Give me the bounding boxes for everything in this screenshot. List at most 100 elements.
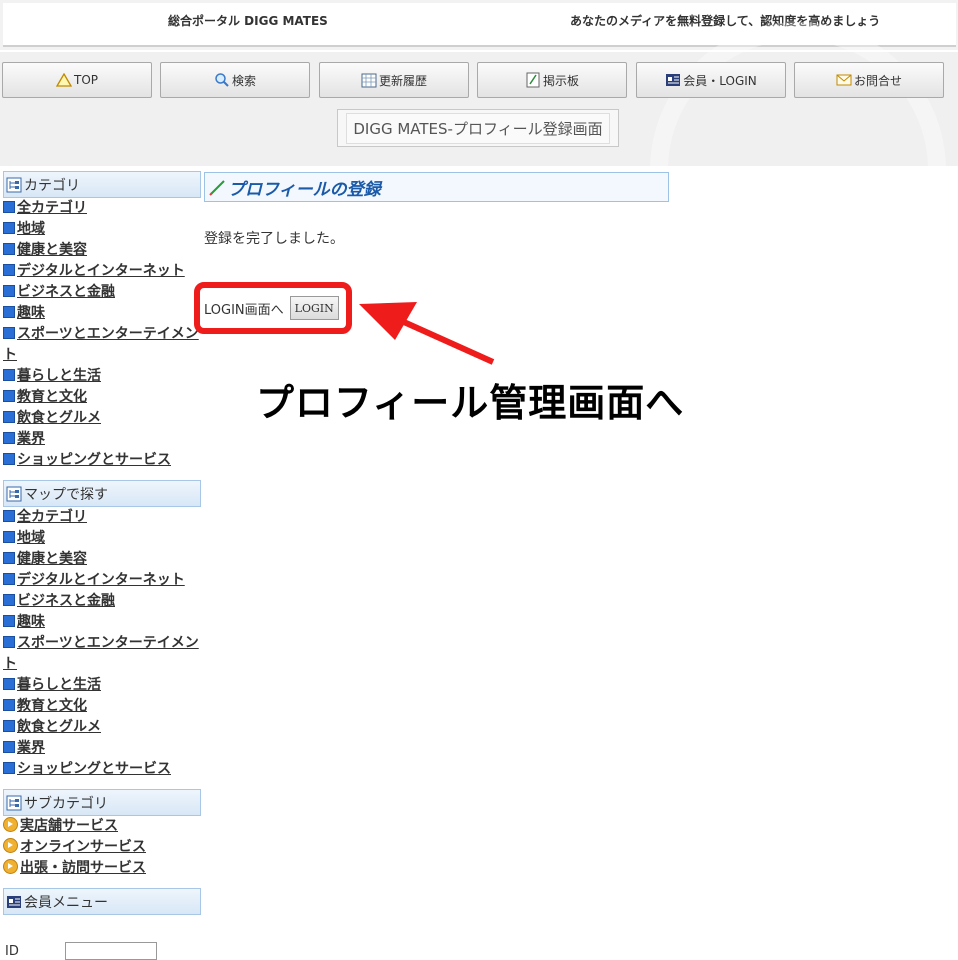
category-link[interactable]: 全カテゴリ <box>17 200 87 216</box>
map-link[interactable]: 飲食とグルメ <box>17 719 101 735</box>
map-link[interactable]: デジタルとインターネット <box>17 572 185 588</box>
category-link[interactable]: 健康と美容 <box>17 242 87 258</box>
bullet-square-icon <box>3 762 15 774</box>
page-title-box: DIGG MATES-プロフィール登録画面 <box>337 109 619 147</box>
bullet-square-icon <box>3 306 15 318</box>
nav-history-button[interactable]: 更新履歴 <box>319 62 469 98</box>
bullet-square-icon <box>3 453 15 465</box>
map-heading-label: マップで探す <box>24 486 108 503</box>
id-label: ID <box>5 944 19 959</box>
map-link[interactable]: 教育と文化 <box>17 698 87 714</box>
category-item[interactable]: スポーツとエンターテイメント <box>3 324 201 366</box>
category-item[interactable]: 趣味 <box>3 303 201 324</box>
subcategory-link[interactable]: 実店舗サービス <box>20 818 118 834</box>
annotation-highlight-box <box>194 282 352 334</box>
map-item[interactable]: 暮らしと生活 <box>3 675 201 696</box>
category-link[interactable]: ショッピングとサービス <box>17 452 171 468</box>
category-item[interactable]: ショッピングとサービス <box>3 450 201 471</box>
category-item[interactable]: 健康と美容 <box>3 240 201 261</box>
map-item[interactable]: 教育と文化 <box>3 696 201 717</box>
map-item[interactable]: 健康と美容 <box>3 549 201 570</box>
map-item[interactable]: 業界 <box>3 738 201 759</box>
category-link[interactable]: 教育と文化 <box>17 389 87 405</box>
id-input[interactable] <box>65 942 157 960</box>
map-link[interactable]: 暮らしと生活 <box>17 677 101 693</box>
nav-board-button[interactable]: 掲示板 <box>477 62 627 98</box>
nav-contact-button[interactable]: お問合せ <box>794 62 944 98</box>
nav-top-button[interactable]: TOP <box>2 62 152 98</box>
map-item[interactable]: 全カテゴリ <box>3 507 201 528</box>
completion-message: 登録を完了しました。 <box>204 231 344 247</box>
map-item[interactable]: スポーツとエンターテイメント <box>3 633 201 675</box>
pencil-icon <box>209 180 225 196</box>
category-link[interactable]: スポーツとエンターテイメント <box>3 326 199 363</box>
category-link[interactable]: ビジネスと金融 <box>17 284 115 300</box>
category-link[interactable]: 業界 <box>17 431 45 447</box>
map-link[interactable]: スポーツとエンターテイメント <box>3 635 199 672</box>
nav-search-button[interactable]: 検索 <box>160 62 310 98</box>
member-menu: 会員メニュー ID <box>3 888 201 960</box>
category-item[interactable]: 教育と文化 <box>3 387 201 408</box>
category-item[interactable]: ビジネスと金融 <box>3 282 201 303</box>
magnifier-icon <box>215 73 229 87</box>
map-item[interactable]: デジタルとインターネット <box>3 570 201 591</box>
bullet-square-icon <box>3 222 15 234</box>
map-link[interactable]: ショッピングとサービス <box>17 761 171 777</box>
category-link[interactable]: デジタルとインターネット <box>17 263 185 279</box>
tree-icon <box>6 177 22 192</box>
map-item[interactable]: ショッピングとサービス <box>3 759 201 780</box>
map-link[interactable]: 趣味 <box>17 614 45 630</box>
category-link[interactable]: 飲食とグルメ <box>17 410 101 426</box>
bullet-square-icon <box>3 615 15 627</box>
member-menu-label: 会員メニュー <box>24 894 108 911</box>
category-link[interactable]: 地域 <box>17 221 45 237</box>
category-item[interactable]: デジタルとインターネット <box>3 261 201 282</box>
subcategory-item[interactable]: 出張・訪問サービス <box>3 858 201 879</box>
category-heading: カテゴリ <box>3 171 201 198</box>
play-bullet-icon <box>3 859 18 874</box>
map-item[interactable]: 飲食とグルメ <box>3 717 201 738</box>
bullet-square-icon <box>3 201 15 213</box>
nav-history-label: 更新履歴 <box>378 73 427 88</box>
bullet-square-icon <box>3 243 15 255</box>
nav-board-label: 掲示板 <box>542 73 579 88</box>
member-card-icon <box>7 895 21 908</box>
play-bullet-icon <box>3 817 18 832</box>
bullet-square-icon <box>3 264 15 276</box>
grid-icon <box>361 73 377 87</box>
map-link[interactable]: 地域 <box>17 530 45 546</box>
category-item[interactable]: 暮らしと生活 <box>3 366 201 387</box>
bullet-square-icon <box>3 531 15 543</box>
bullet-square-icon <box>3 636 15 648</box>
map-link[interactable]: 健康と美容 <box>17 551 87 567</box>
map-item[interactable]: 地域 <box>3 528 201 549</box>
member-card-icon <box>666 74 681 86</box>
subcategory-heading-label: サブカテゴリ <box>24 795 108 812</box>
subcategory-link[interactable]: 出張・訪問サービス <box>20 860 146 876</box>
subcategory-link[interactable]: オンラインサービス <box>20 839 146 855</box>
category-item[interactable]: 全カテゴリ <box>3 198 201 219</box>
category-link[interactable]: 趣味 <box>17 305 45 321</box>
subcategory-item[interactable]: 実店舗サービス <box>3 816 201 837</box>
bullet-square-icon <box>3 678 15 690</box>
bullet-square-icon <box>3 411 15 423</box>
map-link[interactable]: 業界 <box>17 740 45 756</box>
nav-contact-label: お問合せ <box>853 73 902 88</box>
map-link[interactable]: 全カテゴリ <box>17 509 87 525</box>
map-item[interactable]: ビジネスと金融 <box>3 591 201 612</box>
bullet-square-icon <box>3 741 15 753</box>
bullet-square-icon <box>3 573 15 585</box>
subcategory-item[interactable]: オンラインサービス <box>3 837 201 858</box>
site-title[interactable]: 総合ポータル DIGG MATES <box>168 12 328 29</box>
bullet-square-icon <box>3 285 15 297</box>
map-item[interactable]: 趣味 <box>3 612 201 633</box>
map-link[interactable]: ビジネスと金融 <box>17 593 115 609</box>
subcategory-heading: サブカテゴリ <box>3 789 201 816</box>
category-link[interactable]: 暮らしと生活 <box>17 368 101 384</box>
navbar: TOP 検索 更新履歴 掲示板 会員・LOGIN お問合せ DIGG MATES… <box>0 22 958 318</box>
annotation-arrow-icon <box>359 302 495 365</box>
nav-member-login-button[interactable]: 会員・LOGIN <box>636 62 786 98</box>
category-item[interactable]: 地域 <box>3 219 201 240</box>
category-item[interactable]: 業界 <box>3 429 201 450</box>
category-item[interactable]: 飲食とグルメ <box>3 408 201 429</box>
